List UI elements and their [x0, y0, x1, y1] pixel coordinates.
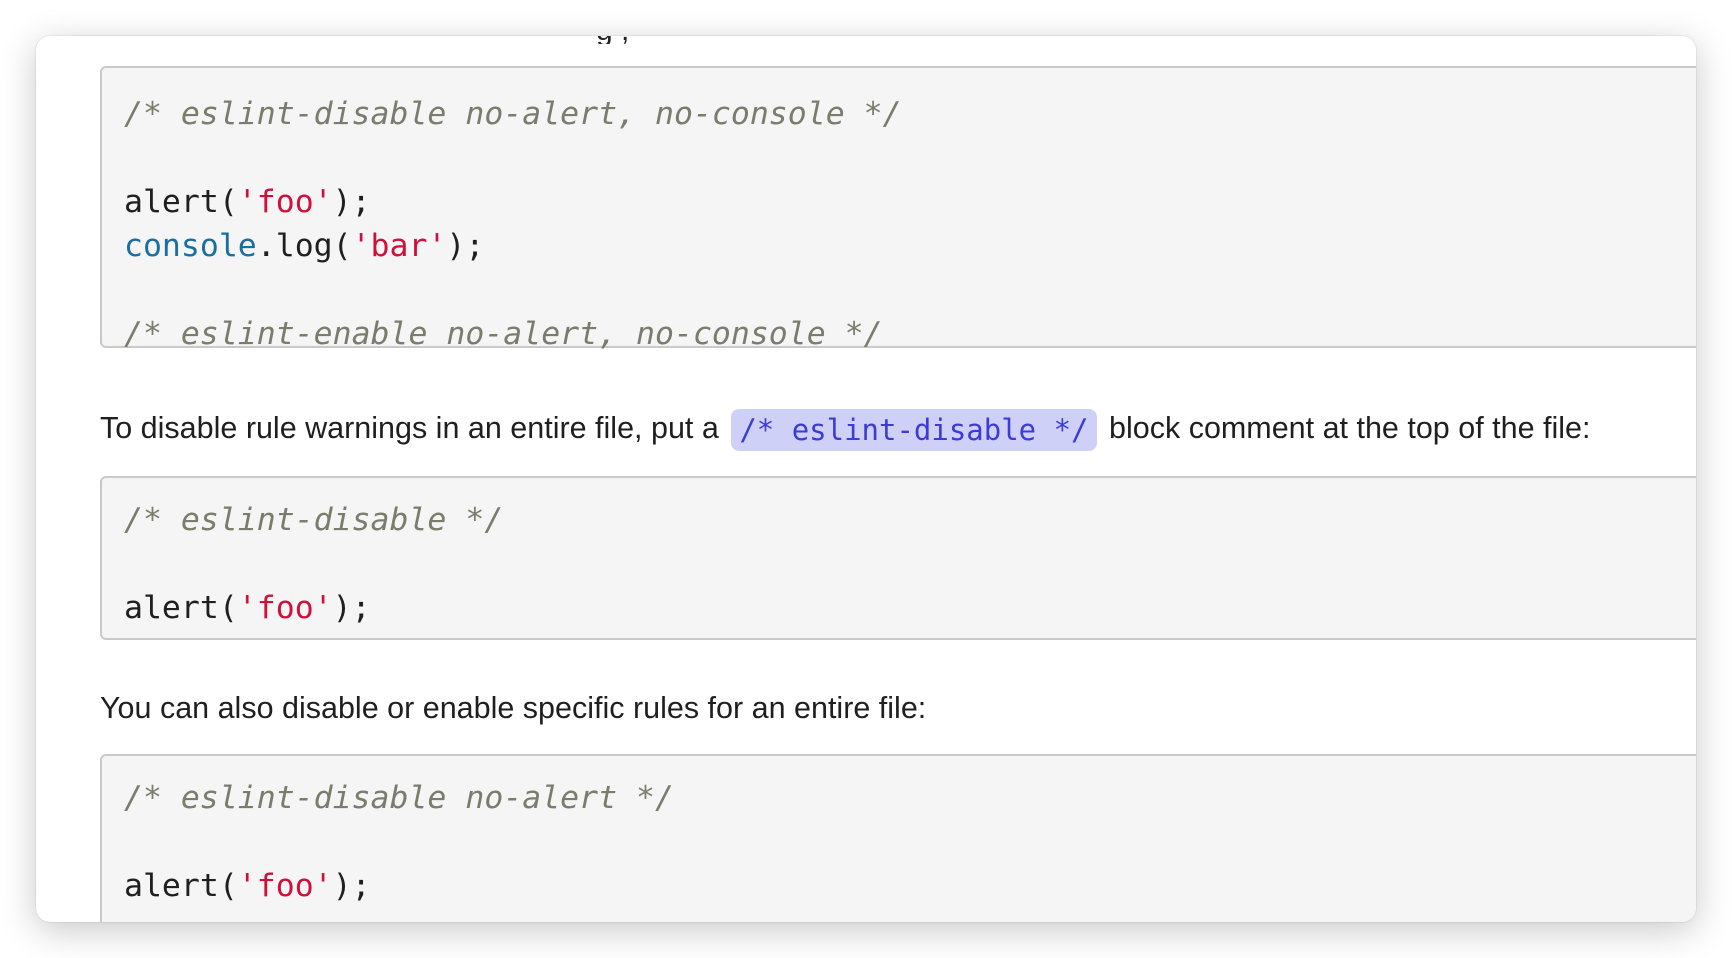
code-line: alert('foo'); — [124, 180, 1696, 224]
code-line: /* eslint-disable no-alert */ — [124, 776, 1696, 820]
paragraph-text-before: To disable rule warnings in an entire fi… — [100, 411, 719, 445]
code-token-plain: ); — [332, 868, 371, 904]
code-token-plain: alert( — [124, 868, 238, 904]
code-block-disable-specific-rule[interactable]: /* eslint-disable no-alert */ alert('foo… — [100, 754, 1696, 922]
code-token-plain: alert( — [124, 590, 238, 626]
documentation-window: g , /* eslint-disable no-alert, no-conso… — [36, 36, 1696, 922]
code-token-string: 'foo' — [237, 868, 333, 904]
paragraph-specific-rules: You can also disable or enable specific … — [100, 691, 927, 725]
code-token-plain: alert( — [124, 184, 238, 220]
code-token-string: 'foo' — [237, 184, 333, 220]
code-block-disable-entire-file[interactable]: /* eslint-disable */ alert('foo'); — [100, 476, 1696, 640]
code-token-string: 'foo' — [237, 590, 333, 626]
code-token-plain: ); — [446, 228, 485, 264]
paragraph-disable-entire-file: To disable rule warnings in an entire fi… — [100, 406, 1591, 451]
code-line: console.log('bar'); — [124, 224, 1696, 268]
code-line: alert('foo'); — [124, 864, 1696, 908]
code-token-comment: /* eslint-disable no-alert */ — [124, 780, 674, 816]
code-line: alert('foo'); — [124, 586, 1696, 630]
code-block-disable-enable-rules[interactable]: /* eslint-disable no-alert, no-console *… — [100, 66, 1696, 352]
code-token-plain: ); — [332, 184, 371, 220]
code-token-string: 'bar' — [351, 228, 447, 264]
code-line: /* eslint-disable */ — [124, 498, 1696, 542]
inline-code-eslint-disable: /* eslint-disable */ — [731, 408, 1097, 451]
code-token-comment: /* eslint-disable */ — [124, 502, 504, 538]
code-token-comment: /* eslint-enable no-alert, no-console */ — [124, 316, 883, 352]
code-token-plain: .log( — [256, 228, 352, 264]
code-token-builtin: console — [124, 228, 257, 264]
code-token-comment: /* eslint-disable no-alert, no-console *… — [124, 96, 902, 132]
code-token-plain: ); — [332, 590, 371, 626]
code-line: /* eslint-disable no-alert, no-console *… — [124, 92, 1696, 136]
clipped-previous-text: g , — [596, 36, 629, 44]
paragraph-text-after: block comment at the top of the file: — [1109, 411, 1591, 445]
code-line: /* eslint-enable no-alert, no-console */ — [124, 312, 1696, 356]
